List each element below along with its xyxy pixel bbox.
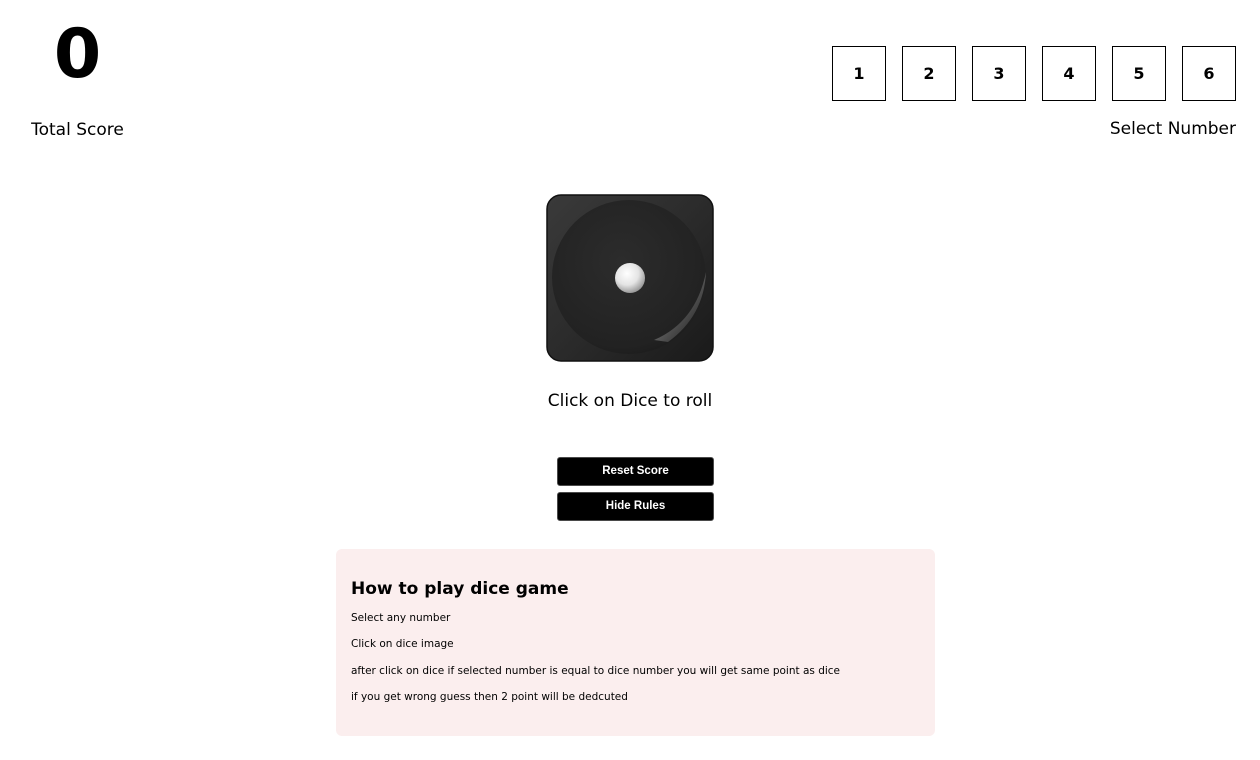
number-button-1[interactable]: 1 [832, 46, 886, 101]
hide-rules-button[interactable]: Hide Rules [557, 492, 714, 521]
number-button-4[interactable]: 4 [1042, 46, 1096, 101]
number-button-5[interactable]: 5 [1112, 46, 1166, 101]
rules-list: Select any number Click on dice image af… [351, 611, 920, 704]
total-score-label: Total Score [31, 120, 124, 140]
total-score-value: 0 [53, 15, 102, 94]
rule-item: Select any number [351, 612, 451, 624]
action-buttons: Reset Score Hide Rules [557, 457, 714, 521]
select-number-label: Select Number [1109, 119, 1236, 139]
score-panel: 0 Total Score [20, 12, 135, 141]
number-selector: 1 2 3 4 5 6 Select Number [832, 46, 1236, 140]
dice-face-1-icon[interactable] [546, 194, 714, 362]
dice-area: Click on Dice to roll [0, 194, 1260, 412]
number-button-3[interactable]: 3 [972, 46, 1026, 101]
rules-panel: How to play dice game Select any number … [336, 549, 935, 736]
number-button-2[interactable]: 2 [902, 46, 956, 101]
dice-roll-hint: Click on Dice to roll [547, 391, 713, 411]
rules-title: How to play dice game [351, 579, 569, 599]
number-button-row: 1 2 3 4 5 6 [832, 46, 1236, 101]
rule-item: Click on dice image [351, 638, 454, 651]
dice-game-page: 0 Total Score 1 2 3 4 5 6 Select Number [0, 0, 1260, 760]
rule-item: if you get wrong guess then 2 point will… [351, 690, 628, 703]
number-button-6[interactable]: 6 [1182, 46, 1236, 101]
rule-item: after click on dice if selected number i… [351, 664, 841, 677]
reset-score-button[interactable]: Reset Score [557, 457, 714, 486]
